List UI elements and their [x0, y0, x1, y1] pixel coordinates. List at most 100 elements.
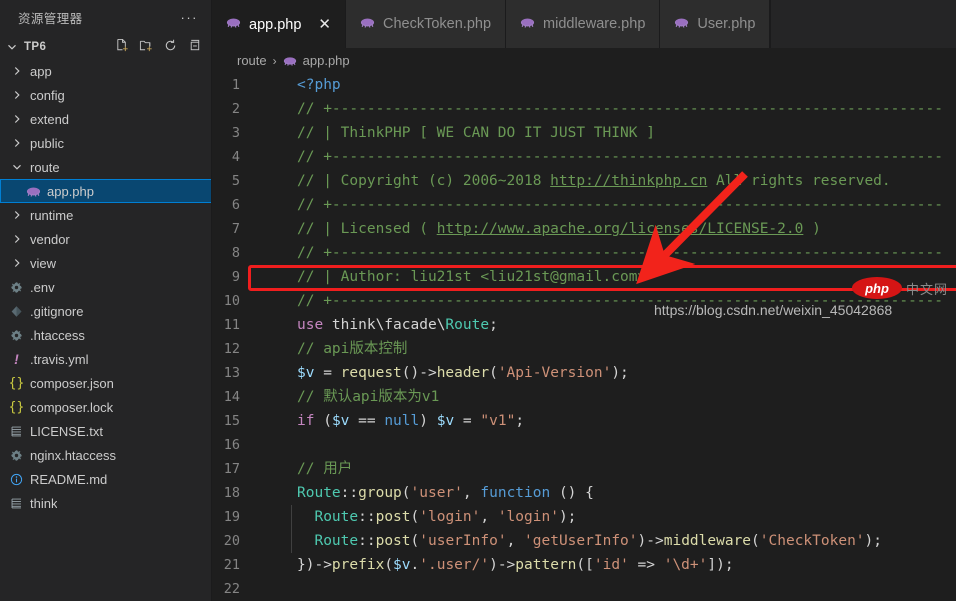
code-line[interactable]: 21})->prefix($v.'.user/')->pattern(['id'…: [212, 553, 956, 577]
code-line[interactable]: 2 // +-----------------------------------…: [212, 97, 956, 121]
code-line[interactable]: 8 // +-----------------------------------…: [212, 241, 956, 265]
code-token: prefix: [331, 557, 385, 573]
refresh-icon[interactable]: [163, 38, 178, 56]
tree-item-route[interactable]: route: [0, 155, 212, 179]
code-token: function: [480, 485, 551, 501]
code-token: <?php: [297, 77, 341, 93]
code-line[interactable]: 15 if ($v == null) $v = "v1";: [212, 409, 956, 433]
line-number: 17: [223, 461, 240, 477]
code-token: 'login': [419, 509, 481, 525]
text-file-icon: [8, 425, 25, 438]
tree-item-view[interactable]: view: [0, 251, 212, 275]
new-file-icon[interactable]: [115, 38, 130, 56]
breadcrumb-file[interactable]: app.php: [283, 53, 350, 68]
tree-item-readme-md[interactable]: README.md: [0, 467, 212, 491]
tree-item-app-php[interactable]: app.php: [0, 179, 212, 203]
code-line-text: })->prefix($v.'.user/')->pattern(['id' =…: [260, 553, 734, 577]
tree-item-think[interactable]: think: [0, 491, 212, 515]
code-line[interactable]: 20 Route::post('userInfo', 'getUserInfo'…: [212, 529, 956, 553]
code-line[interactable]: 13 $v = request()->header('Api-Version');: [212, 361, 956, 385]
git-icon: [8, 305, 25, 318]
code-token: ==: [349, 413, 385, 429]
tree-item-gitignore[interactable]: .gitignore: [0, 299, 212, 323]
code-token: 'login': [497, 509, 559, 525]
code-line[interactable]: 19 Route::post('login', 'login');: [212, 505, 956, 529]
code-token: $v: [393, 557, 411, 573]
code-token: // +------------------------------------…: [297, 197, 944, 213]
code-token: header: [436, 365, 490, 381]
code-line[interactable]: 9 // | Author: liu21st <liu21st@gmail.com…: [212, 265, 956, 289]
tree-item-composer-json[interactable]: {} composer.json: [0, 371, 212, 395]
tree-item-label: .gitignore: [30, 303, 84, 319]
editor-tab-app-php[interactable]: app.php ✕: [212, 0, 346, 48]
code-content[interactable]: 1 <?php 2 // +-----------------------------…: [212, 73, 956, 601]
chevron-right-icon: [8, 257, 25, 269]
more-actions-icon[interactable]: ···: [181, 10, 199, 25]
tree-item-composer-lock[interactable]: {} composer.lock: [0, 395, 212, 419]
code-token: 'id': [593, 557, 629, 573]
collapse-all-icon[interactable]: [187, 38, 202, 56]
code-token: ;: [489, 317, 498, 333]
folder-section-header[interactable]: TP6: [0, 35, 212, 59]
tree-item-htaccess[interactable]: .htaccess: [0, 323, 212, 347]
line-number: 3: [231, 125, 240, 141]
line-number: 22: [223, 581, 240, 597]
close-icon[interactable]: ✕: [318, 17, 331, 32]
yaml-icon: !: [14, 351, 19, 367]
code-token: .: [410, 557, 420, 573]
code-token: ,: [506, 533, 525, 549]
code-line[interactable]: 6 // +-----------------------------------…: [212, 193, 956, 217]
editor-tab-checktoken-php[interactable]: CheckToken.php: [346, 0, 507, 48]
code-line[interactable]: 14 // 默认api版本为v1: [212, 385, 956, 409]
tree-item-public[interactable]: public: [0, 131, 212, 155]
code-line[interactable]: 1 <?php: [212, 73, 956, 97]
code-line[interactable]: 7 // | Licensed ( http://www.apache.org/l…: [212, 217, 956, 241]
code-token: // 用户: [297, 461, 353, 477]
code-token: (: [751, 533, 760, 549]
line-number: 10: [223, 293, 240, 309]
line-number: 18: [223, 485, 240, 501]
code-token: =: [314, 365, 341, 381]
chevron-right-icon: [8, 209, 25, 221]
code-line[interactable]: 12 // api版本控制: [212, 337, 956, 361]
chevron-right-icon: [8, 233, 25, 245]
code-token: $v: [297, 365, 315, 381]
tree-item-vendor[interactable]: vendor: [0, 227, 212, 251]
tree-item-label: app: [30, 63, 52, 79]
code-line[interactable]: 17 // 用户: [212, 457, 956, 481]
tab-bar-filler: [770, 0, 956, 48]
code-token: 'user': [410, 485, 463, 501]
php-file-icon: [283, 54, 297, 68]
tree-item-extend[interactable]: extend: [0, 107, 212, 131]
tree-item-label: extend: [30, 111, 70, 127]
code-line[interactable]: 18 Route::group('user', function () {: [212, 481, 956, 505]
tree-item-nginx-htaccess[interactable]: nginx.htaccess: [0, 443, 212, 467]
code-token: })->: [297, 557, 332, 573]
code-line[interactable]: 4 // +-----------------------------------…: [212, 145, 956, 169]
breadcrumb-folder[interactable]: route: [237, 53, 267, 68]
line-number: 2: [231, 101, 240, 117]
tree-item-app[interactable]: app: [0, 59, 212, 83]
tree-item-env[interactable]: .env: [0, 275, 212, 299]
code-editor[interactable]: 1 <?php 2 // +-----------------------------…: [212, 73, 956, 601]
code-line-text: Route::group('user', function () {: [260, 481, 594, 505]
explorer-title: 资源管理器: [18, 12, 83, 26]
chevron-right-icon: [8, 89, 25, 101]
file-tree: app config extend public route app.php runtime…: [0, 59, 212, 515]
code-line[interactable]: 5 // | Copyright (c) 2006~2018 http://thi…: [212, 169, 956, 193]
tree-item-config[interactable]: config: [0, 83, 212, 107]
indent-guide: [291, 505, 292, 529]
editor-tab-user-php[interactable]: User.php: [660, 0, 771, 48]
tree-item-label: route: [30, 159, 60, 175]
editor-tab-middleware-php[interactable]: middleware.php: [506, 0, 661, 48]
code-line[interactable]: 3 // | ThinkPHP [ WE CAN DO IT JUST THINK…: [212, 121, 956, 145]
window-body: 资源管理器 ··· TP6 app config extend public r…: [0, 0, 956, 601]
line-number: 12: [223, 341, 240, 357]
tree-item-license-txt[interactable]: LICENSE.txt: [0, 419, 212, 443]
code-line[interactable]: 22: [212, 577, 956, 601]
code-line[interactable]: 16: [212, 433, 956, 457]
tree-item-travis-yml[interactable]: ! .travis.yml: [0, 347, 212, 371]
tree-item-runtime[interactable]: runtime: [0, 203, 212, 227]
new-folder-icon[interactable]: [139, 38, 154, 56]
